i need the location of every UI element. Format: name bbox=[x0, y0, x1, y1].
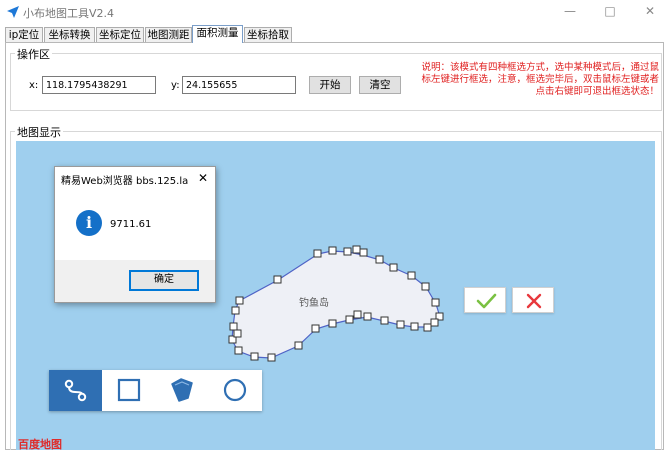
tab-coordinate-locate[interactable]: 坐标定位 bbox=[96, 27, 144, 43]
info-icon: i bbox=[76, 210, 102, 236]
circle-tool[interactable] bbox=[208, 370, 261, 411]
draw-toolbar bbox=[49, 370, 262, 411]
polygon-icon bbox=[171, 378, 193, 402]
dialog-close-button[interactable]: ✕ bbox=[193, 169, 213, 187]
operation-group-title: 操作区 bbox=[15, 46, 52, 62]
polyline-icon bbox=[64, 379, 87, 402]
measured-polygon[interactable] bbox=[231, 250, 441, 359]
tab-ip-location[interactable]: ip定位 bbox=[5, 27, 43, 43]
dialog-title: 精易Web浏览器 bbs.125.la bbox=[61, 176, 189, 187]
checkmark-icon bbox=[476, 293, 497, 309]
x-mark-icon bbox=[526, 293, 542, 309]
maximize-button[interactable]: □ bbox=[593, 0, 627, 22]
y-label: y: bbox=[171, 80, 180, 91]
start-button[interactable]: 开始 bbox=[309, 76, 351, 94]
confirm-button[interactable] bbox=[464, 287, 506, 313]
rectangle-icon bbox=[117, 378, 141, 402]
clear-button[interactable]: 清空 bbox=[359, 76, 401, 94]
polygon-tool[interactable] bbox=[155, 370, 208, 411]
baidu-map-logo: 百度地图 bbox=[18, 437, 62, 450]
tab-coordinate-pick[interactable]: 坐标拾取 bbox=[244, 27, 292, 43]
rectangle-tool[interactable] bbox=[102, 370, 155, 411]
title-bar: 小布地图工具V2.4 — □ ✕ bbox=[0, 0, 667, 24]
tab-map-distance[interactable]: 地图测距 bbox=[145, 27, 192, 43]
dialog-footer: 确定 bbox=[55, 260, 215, 302]
cancel-button[interactable] bbox=[512, 287, 554, 313]
close-button[interactable]: ✕ bbox=[633, 0, 667, 22]
island-label: 钓鱼岛 bbox=[299, 296, 329, 309]
tab-coordinate-convert[interactable]: 坐标转换 bbox=[44, 27, 95, 43]
y-coordinate-field[interactable] bbox=[182, 76, 296, 94]
tab-strip: ip定位 坐标转换 坐标定位 地图测距 面积测量 坐标拾取 bbox=[5, 25, 665, 43]
dialog-message: 9711.61 bbox=[110, 219, 152, 230]
polyline-tool[interactable] bbox=[49, 370, 102, 411]
minimize-button[interactable]: — bbox=[553, 0, 587, 22]
x-label: x: bbox=[29, 80, 39, 91]
circle-icon bbox=[223, 378, 247, 402]
app-arrow-icon bbox=[7, 6, 19, 18]
map-group-title: 地图显示 bbox=[15, 124, 63, 140]
tab-area-measure[interactable]: 面积测量 bbox=[192, 25, 243, 43]
message-dialog: 精易Web浏览器 bbs.125.la ✕ i 9711.61 确定 bbox=[54, 166, 216, 303]
x-coordinate-field[interactable] bbox=[42, 76, 156, 94]
dialog-ok-button[interactable]: 确定 bbox=[129, 270, 199, 291]
baidu-logo-text: 百度地图 bbox=[18, 437, 62, 450]
window-title: 小布地图工具V2.4 bbox=[23, 7, 115, 20]
instruction-note: 说明：该模式有四种框选方式，选中某种模式后，通过鼠标左键进行框选，注意，框选完毕… bbox=[421, 62, 659, 97]
